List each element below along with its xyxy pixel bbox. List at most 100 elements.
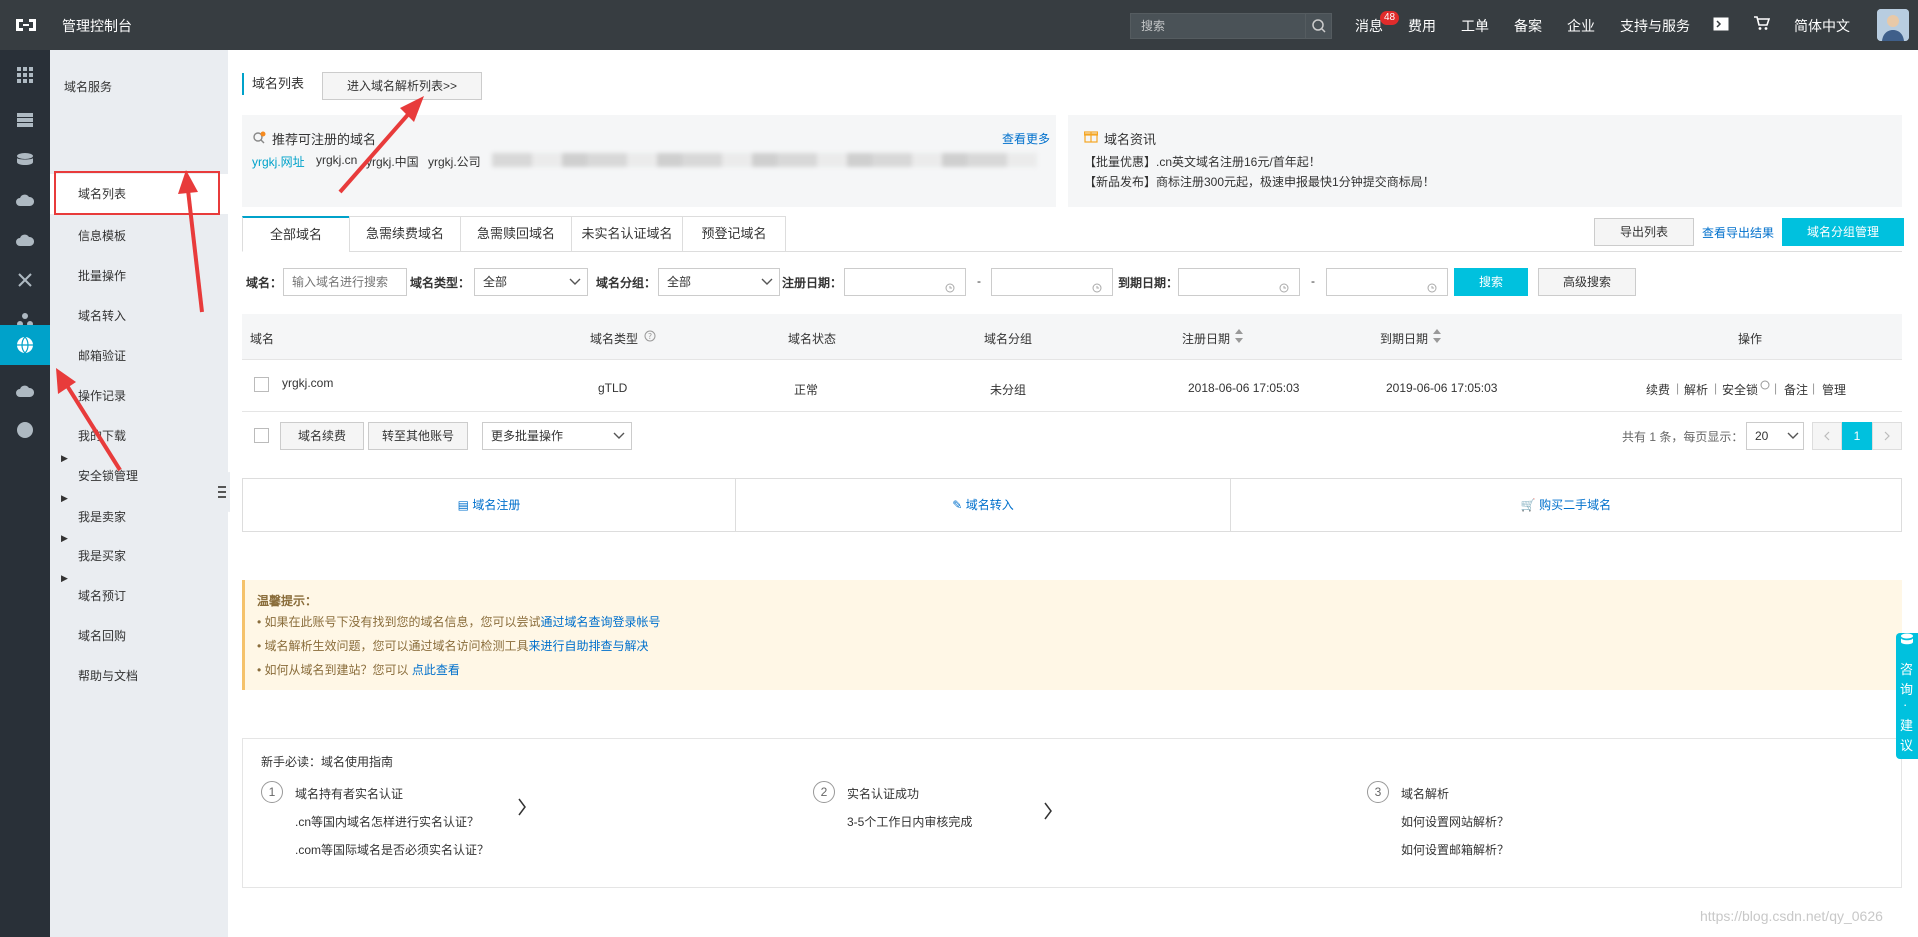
tab-pre-registered[interactable]: 预登记域名: [682, 216, 786, 252]
tip-link[interactable]: 通过域名查询登录帐号: [541, 615, 661, 629]
recommend-domain[interactable]: yrgkj.网址: [252, 153, 305, 170]
tab-all-domains[interactable]: 全部域名: [242, 216, 350, 252]
domain-globe-icon[interactable]: [0, 325, 50, 365]
tip-link[interactable]: 来进行自助排查与解决: [529, 639, 649, 653]
domain-name-link[interactable]: yrgkj.com: [282, 376, 333, 390]
terminal-icon[interactable]: [1713, 17, 1729, 34]
search-icon[interactable]: [1305, 14, 1331, 38]
network-icon[interactable]: [0, 260, 50, 300]
nav-support[interactable]: 支持与服务: [1620, 16, 1690, 36]
go-dns-list-button[interactable]: 进入域名解析列表>>: [322, 72, 482, 100]
exp-date-start[interactable]: [1178, 268, 1300, 296]
circle-icon[interactable]: [0, 410, 50, 450]
aliyun-logo-icon[interactable]: [14, 15, 38, 35]
advanced-search-button[interactable]: 高级搜索: [1538, 268, 1636, 296]
export-list-button[interactable]: 导出列表: [1594, 218, 1694, 246]
sidebar-item-transfer-in[interactable]: 域名转入: [78, 307, 126, 324]
dns-action[interactable]: 解析: [1684, 381, 1708, 398]
sidebar-item-reserve[interactable]: 域名预订: [78, 587, 126, 604]
nav-icp[interactable]: 备案: [1514, 16, 1542, 36]
language-switch[interactable]: 简体中文: [1794, 16, 1850, 36]
cloud-icon[interactable]: [0, 180, 50, 220]
sort-icon[interactable]: [1432, 328, 1442, 347]
sidebar-item-help[interactable]: 帮助与文档: [78, 667, 138, 684]
sidebar-item-templates[interactable]: 信息模板: [78, 227, 126, 244]
reg-date-end[interactable]: [991, 268, 1113, 296]
tip-link[interactable]: 点此查看: [412, 663, 460, 677]
filter-reg-date-label: 注册日期：: [782, 276, 843, 290]
remark-action[interactable]: 备注: [1784, 381, 1808, 398]
sidebar-item-email-verify[interactable]: 邮箱验证: [78, 347, 126, 364]
sidebar-item-downloads[interactable]: 我的下载: [78, 427, 126, 444]
guide-link[interactable]: 如何设置网站解析？: [1401, 813, 1509, 830]
nav-enterprise[interactable]: 企业: [1567, 16, 1595, 36]
select-all-checkbox[interactable]: [254, 428, 269, 443]
sidebar-item-security-lock[interactable]: 安全锁管理: [78, 467, 138, 484]
current-page-button[interactable]: 1: [1842, 422, 1872, 450]
guide-link[interactable]: 如何设置邮箱解析？: [1401, 841, 1509, 858]
more-batch-select[interactable]: 更多批量操作: [482, 422, 632, 450]
security-icon[interactable]: [0, 370, 50, 410]
reg-date-cell: 2018-06-06 17:05:03: [1188, 381, 1300, 395]
sidebar-item-seller[interactable]: 我是卖家: [78, 508, 126, 525]
domain-search-input[interactable]: [283, 268, 407, 296]
nav-tickets[interactable]: 工单: [1461, 16, 1489, 36]
page-size-select[interactable]: 20: [1746, 422, 1804, 450]
svg-text:?: ?: [648, 332, 652, 341]
quick-transfer[interactable]: ✎ 域名转入: [736, 479, 1230, 531]
reg-date-start[interactable]: [844, 268, 966, 296]
tab-renew-soon[interactable]: 急需续费域名: [349, 216, 461, 252]
news-panel: 域名资讯 【批量优惠】.cn英文域名注册16元/首年起！ 【新品发布】商标注册3…: [1068, 115, 1902, 207]
sidebar-item-batch[interactable]: 批量操作: [78, 267, 126, 284]
manage-action[interactable]: 管理: [1822, 381, 1846, 398]
cloud-upload-icon[interactable]: [0, 220, 50, 260]
transfer-account-button[interactable]: 转至其他账号: [368, 422, 468, 450]
cart-icon[interactable]: [1754, 16, 1771, 34]
server-icon[interactable]: [0, 100, 50, 140]
col-exp-date[interactable]: 到期日期: [1380, 330, 1428, 347]
recommend-domain[interactable]: yrgkj.中国: [366, 153, 419, 170]
prev-page-button[interactable]: [1812, 422, 1842, 450]
recommend-more-link[interactable]: 查看更多: [1002, 130, 1050, 147]
row-checkbox[interactable]: [254, 377, 269, 392]
quick-register[interactable]: ▤ 域名注册: [243, 479, 735, 531]
chevron-right-icon: [1043, 801, 1053, 824]
nav-billing[interactable]: 费用: [1408, 16, 1436, 36]
quick-buy-used[interactable]: 🛒 购买二手域名: [1231, 479, 1901, 531]
domain-type-select[interactable]: 全部: [474, 268, 588, 296]
avatar[interactable]: [1877, 9, 1909, 41]
sidebar-item-buyback[interactable]: 域名回购: [78, 627, 126, 644]
group-manage-button[interactable]: 域名分组管理: [1782, 218, 1904, 246]
view-export-link[interactable]: 查看导出结果: [1702, 224, 1774, 241]
security-lock-action[interactable]: 安全锁: [1722, 381, 1758, 398]
next-page-button[interactable]: [1872, 422, 1902, 450]
tab-unverified[interactable]: 未实名认证域名: [571, 216, 683, 252]
guide-link[interactable]: .cn等国内域名怎样进行实名认证？: [295, 813, 479, 830]
sort-icon[interactable]: [1234, 328, 1244, 347]
renew-action[interactable]: 续费: [1646, 381, 1670, 398]
recommend-domain[interactable]: yrgkj.公司: [428, 153, 481, 170]
nav-messages[interactable]: 消息: [1355, 16, 1383, 36]
sidebar-item-buyer[interactable]: 我是买家: [78, 547, 126, 564]
help-circle-icon[interactable]: ?: [644, 330, 656, 345]
guide-link[interactable]: .com等国际域名是否必须实名认证？: [295, 841, 489, 858]
news-item[interactable]: 【批量优惠】.cn英文域名注册16元/首年起！: [1084, 153, 1321, 170]
help-circle-icon[interactable]: [1760, 379, 1770, 393]
sidebar-item-logs[interactable]: 操作记录: [78, 387, 126, 404]
recommend-domain[interactable]: yrgkj.cn: [316, 153, 357, 167]
domain-group-select[interactable]: 全部: [658, 268, 780, 296]
console-title[interactable]: 管理控制台: [62, 16, 132, 36]
exp-date-end[interactable]: [1326, 268, 1448, 296]
database-icon[interactable]: [0, 140, 50, 180]
search-button[interactable]: 搜索: [1454, 268, 1528, 296]
filter-exp-date-label: 到期日期：: [1118, 276, 1179, 290]
search-input[interactable]: [1131, 14, 1307, 38]
bulk-renew-button[interactable]: 域名续费: [280, 422, 364, 450]
col-reg-date[interactable]: 注册日期: [1182, 330, 1230, 347]
all-products-icon[interactable]: [0, 55, 50, 95]
news-item[interactable]: 【新品发布】商标注册300元起，极速申报最快1分钟提交商标局！: [1084, 173, 1435, 190]
consult-feedback-tab[interactable]: 咨 询 · 建 议: [1896, 633, 1918, 759]
sidebar-collapse-handle[interactable]: [210, 472, 230, 512]
tab-redeem-soon[interactable]: 急需赎回域名: [460, 216, 572, 252]
watermark: https://blog.csdn.net/qy_0626: [1700, 908, 1883, 924]
